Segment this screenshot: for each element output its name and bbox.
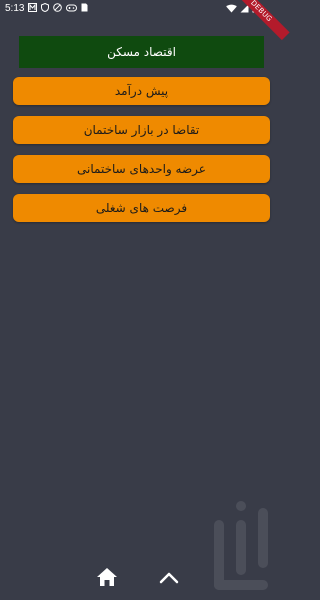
gamepad-icon — [66, 4, 77, 11]
sim-icon — [81, 3, 88, 12]
bottom-nav — [0, 565, 278, 590]
page-title: اقتصاد مسکن — [19, 36, 264, 68]
wifi-icon — [226, 4, 237, 12]
menu-list: پیش درآمد تقاضا در بازار ساختمان عرضه وا… — [13, 77, 270, 233]
home-icon[interactable] — [96, 567, 118, 587]
menu-button-demand[interactable]: تقاضا در بازار ساختمان — [13, 116, 270, 144]
status-bar: 5:13 — [0, 0, 278, 20]
shield-icon — [41, 3, 49, 12]
menu-button-intro[interactable]: پیش درآمد — [13, 77, 270, 105]
status-icons-left — [28, 3, 88, 12]
vpn-icon — [53, 3, 62, 12]
status-time: 5:13 — [5, 3, 25, 14]
chevron-up-icon[interactable] — [158, 569, 180, 585]
m-icon — [28, 3, 37, 12]
menu-button-jobs[interactable]: فرصت های شغلی — [13, 194, 270, 222]
menu-button-supply[interactable]: عرضه واحدهای ساختمانی — [13, 155, 270, 183]
